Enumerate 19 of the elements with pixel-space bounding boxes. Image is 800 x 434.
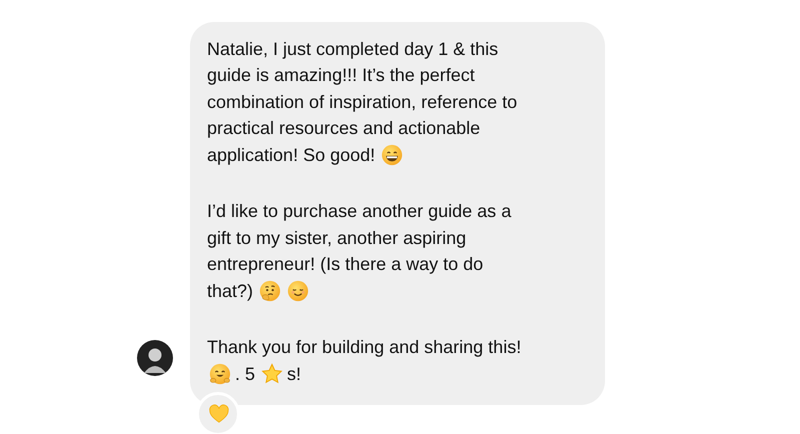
avatar: [137, 340, 173, 376]
message-text: that?): [207, 280, 254, 302]
thinking-face-icon: [259, 280, 282, 302]
heart-icon: [208, 403, 230, 425]
message-text: guide is amazing!!! It’s the perfect: [207, 65, 475, 86]
star-icon: [261, 363, 284, 386]
message-text: gift to my sister, another aspiring: [207, 228, 466, 249]
message-text: practical resources and actionable: [207, 118, 480, 140]
grinning-face-icon: [381, 144, 404, 166]
message-text: combination of inspiration, reference to: [207, 92, 518, 113]
message-text: . 5: [235, 364, 256, 385]
message-text: entrepreneur! (Is there a way to do: [207, 254, 484, 276]
message-text: Natalie, I just completed day 1 & this: [207, 38, 498, 60]
smiling-face-icon: [287, 280, 310, 302]
message-text: Thank you for building and sharing this!: [207, 337, 522, 358]
message-text: s!: [287, 364, 302, 385]
hugging-face-icon: [209, 363, 231, 386]
message-text: I’d like to purchase another guide as a: [207, 201, 512, 222]
message-text: application! So good!: [207, 144, 376, 166]
